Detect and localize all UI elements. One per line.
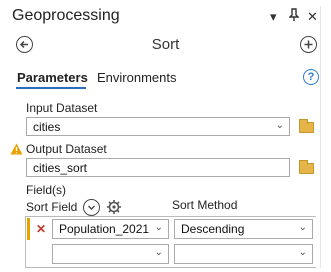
output-dataset-field[interactable]: cities_sort [26, 158, 290, 177]
warning-icon [10, 143, 23, 158]
sort-method-value: Descending [181, 222, 245, 236]
pane-options-icon[interactable]: ▾ [270, 9, 277, 25]
sort-field-value: Population_2021 [59, 222, 150, 236]
tool-title: Sort [151, 36, 180, 53]
chevron-down-icon: ⌄ [275, 120, 284, 131]
output-dataset-label: Output Dataset [26, 142, 107, 156]
delete-row-icon[interactable]: ✕ [36, 222, 46, 236]
browse-output-icon[interactable] [299, 160, 314, 174]
output-dataset-value: cities_sort [33, 161, 88, 175]
sort-field-header: Sort Field [26, 200, 78, 214]
sort-method-select[interactable]: Descending ⌄ [174, 219, 313, 239]
chevron-down-icon: ⌄ [154, 222, 163, 233]
tab-environments[interactable]: Environments [97, 70, 176, 85]
pane-title: Geoprocessing [12, 7, 120, 24]
field-dropdown-icon[interactable] [83, 199, 100, 216]
close-icon[interactable]: ✕ [307, 9, 318, 25]
chevron-down-icon: ⌄ [154, 247, 163, 258]
input-dataset-select[interactable]: cities ⌄ [26, 117, 290, 136]
chevron-down-icon: ⌄ [298, 247, 307, 258]
active-tab-indicator [16, 87, 86, 89]
pin-icon[interactable] [288, 8, 300, 26]
input-dataset-value: cities [33, 120, 61, 134]
input-dataset-label: Input Dataset [26, 101, 98, 115]
tab-parameters[interactable]: Parameters [17, 70, 88, 85]
scrollbar-track[interactable] [320, 6, 321, 268]
new-sort-method-select[interactable]: ⌄ [174, 244, 313, 264]
fields-label: Field(s) [26, 183, 67, 197]
help-icon[interactable]: ? [303, 69, 319, 85]
sort-field-select[interactable]: Population_2021 ⌄ [52, 219, 169, 239]
row-indicator [27, 218, 30, 240]
sort-method-header: Sort Method [172, 198, 238, 212]
new-sort-field-select[interactable]: ⌄ [52, 244, 169, 264]
add-icon[interactable] [300, 36, 317, 53]
chevron-down-icon: ⌄ [298, 222, 307, 233]
browse-input-icon[interactable] [299, 119, 314, 133]
